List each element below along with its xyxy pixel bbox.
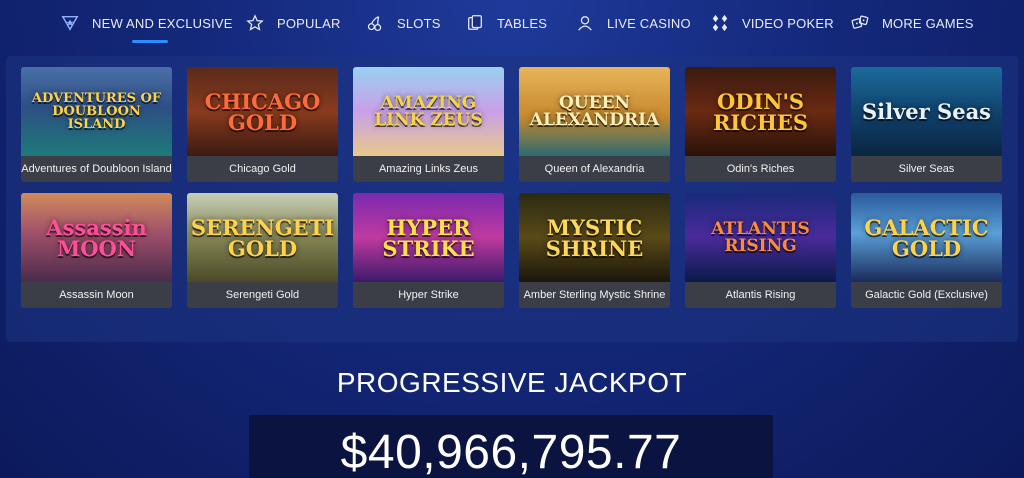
game-thumbnail: HYPER STRIKE xyxy=(353,193,504,282)
game-logo-art: HYPER STRIKE xyxy=(382,214,475,261)
game-thumbnail: QUEEN ALEXANDRIA xyxy=(519,67,670,156)
game-logo-art: SERENGETI GOLD xyxy=(190,214,335,261)
game-tile[interactable]: ADVENTURES OF DOUBLOON ISLAND Adventures … xyxy=(21,67,172,182)
game-logo-art: CHICAGO GOLD xyxy=(204,88,321,135)
nav-label: NEW AND EXCLUSIVE xyxy=(92,15,233,31)
game-logo-art: AMAZING LINK ZEUS xyxy=(374,92,483,130)
game-title: Assassin Moon xyxy=(21,282,172,308)
game-thumbnail: ATLANTIS RISING xyxy=(685,193,836,282)
game-thumbnail: ADVENTURES OF DOUBLOON ISLAND xyxy=(21,67,172,156)
cherries-icon xyxy=(365,13,385,33)
category-nav: NEW AND EXCLUSIVE POPULAR SLOTS TABLES L… xyxy=(0,0,1024,46)
game-title: Queen of Alexandria xyxy=(519,156,670,182)
game-title: Silver Seas xyxy=(851,156,1002,182)
game-logo-art: MYSTIC SHRINE xyxy=(545,214,644,261)
game-tile[interactable]: ATLANTIS RISING Atlantis Rising xyxy=(685,193,836,308)
game-logo-art: Assassin MOON xyxy=(46,214,147,261)
game-tile[interactable]: Assassin MOON Assassin Moon xyxy=(21,193,172,308)
game-thumbnail: Silver Seas xyxy=(851,67,1002,156)
game-tile[interactable]: AMAZING LINK ZEUS Amazing Links Zeus xyxy=(353,67,504,182)
game-title: Hyper Strike xyxy=(353,282,504,308)
game-logo-art: QUEEN ALEXANDRIA xyxy=(529,92,660,130)
nav-label: TABLES xyxy=(497,15,548,31)
game-thumbnail: MYSTIC SHRINE xyxy=(519,193,670,282)
game-logo-art: ADVENTURES OF DOUBLOON ISLAND xyxy=(31,91,162,132)
jackpot-counter: $40,966,795.77 xyxy=(249,415,773,478)
game-thumbnail: Assassin MOON xyxy=(21,193,172,282)
game-title: Amber Sterling Mystic Shrine xyxy=(519,282,670,308)
nav-label: VIDEO POKER xyxy=(742,15,834,31)
game-tile[interactable]: GALACTIC GOLD Galactic Gold (Exclusive) xyxy=(851,193,1002,308)
game-title: Amazing Links Zeus xyxy=(353,156,504,182)
nav-live-casino[interactable]: LIVE CASINO xyxy=(575,0,710,46)
nav-popular[interactable]: POPULAR xyxy=(245,0,365,46)
game-tile[interactable]: MYSTIC SHRINE Amber Sterling Mystic Shrin… xyxy=(519,193,670,308)
games-panel: ADVENTURES OF DOUBLOON ISLAND Adventures … xyxy=(6,56,1018,342)
nav-label: SLOTS xyxy=(397,15,441,31)
game-tile[interactable]: HYPER STRIKE Hyper Strike xyxy=(353,193,504,308)
dice-icon xyxy=(850,13,870,33)
nav-more-games[interactable]: MORE GAMES xyxy=(850,0,980,46)
nav-new-and-exclusive[interactable]: NEW AND EXCLUSIVE xyxy=(60,0,245,46)
diamond-grid-icon xyxy=(710,13,730,33)
game-title: Odin's Riches xyxy=(685,156,836,182)
game-logo-art: Silver Seas xyxy=(861,99,991,124)
game-title: Chicago Gold xyxy=(187,156,338,182)
nav-label: POPULAR xyxy=(277,15,341,31)
game-thumbnail: GALACTIC GOLD xyxy=(851,193,1002,282)
nav-video-poker[interactable]: VIDEO POKER xyxy=(710,0,850,46)
star-outline-icon xyxy=(245,13,265,33)
game-logo-art: ODIN'S RICHES xyxy=(712,88,808,135)
star-badge-icon xyxy=(60,13,80,33)
game-thumbnail: SERENGETI GOLD xyxy=(187,193,338,282)
game-tile[interactable]: CHICAGO GOLD Chicago Gold xyxy=(187,67,338,182)
nav-label: MORE GAMES xyxy=(882,15,974,31)
game-thumbnail: AMAZING LINK ZEUS xyxy=(353,67,504,156)
dealer-icon xyxy=(575,13,595,33)
game-title: Serengeti Gold xyxy=(187,282,338,308)
cards-icon xyxy=(465,13,485,33)
nav-tables[interactable]: TABLES xyxy=(465,0,575,46)
game-logo-art: GALACTIC GOLD xyxy=(864,214,989,261)
game-thumbnail: ODIN'S RICHES xyxy=(685,67,836,156)
jackpot-title: PROGRESSIVE JACKPOT xyxy=(336,367,688,398)
nav-slots[interactable]: SLOTS xyxy=(365,0,465,46)
game-thumbnail: CHICAGO GOLD xyxy=(187,67,338,156)
game-tile[interactable]: SERENGETI GOLD Serengeti Gold xyxy=(187,193,338,308)
game-title: Galactic Gold (Exclusive) xyxy=(851,282,1002,308)
jackpot-amount: $40,966,795.77 xyxy=(340,426,682,478)
game-tile[interactable]: Silver Seas Silver Seas xyxy=(851,67,1002,182)
nav-label: LIVE CASINO xyxy=(607,15,691,31)
game-logo-art: ATLANTIS RISING xyxy=(711,218,810,256)
game-tile[interactable]: QUEEN ALEXANDRIA Queen of Alexandria xyxy=(519,67,670,182)
game-grid: ADVENTURES OF DOUBLOON ISLAND Adventures … xyxy=(21,67,1002,308)
game-title: Atlantis Rising xyxy=(685,282,836,308)
game-tile[interactable]: ODIN'S RICHES Odin's Riches xyxy=(685,67,836,182)
game-title: Adventures of Doubloon Island xyxy=(21,156,172,182)
